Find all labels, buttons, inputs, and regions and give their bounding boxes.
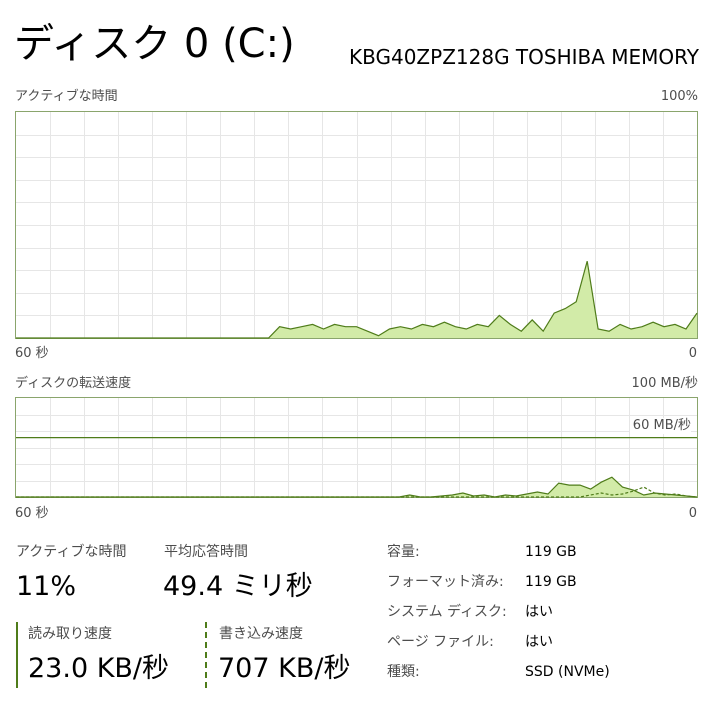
- active-time-chart-x-left: 60 秒: [15, 346, 49, 361]
- active-time-stat-value: 11%: [16, 571, 77, 602]
- property-value: 119 GB: [525, 544, 577, 560]
- transfer-ref-line-label: 60 MB/秒: [629, 418, 691, 434]
- transfer-chart: 60 MB/秒: [15, 397, 698, 498]
- property-value: SSD (NVMe): [525, 664, 610, 680]
- property-label: フォーマット済み:: [387, 574, 504, 590]
- active-time-stat-label: アクティブな時間: [16, 544, 127, 560]
- property-label: ページ ファイル:: [387, 634, 494, 650]
- active-time-chart-plot: [16, 112, 698, 339]
- read-speed-label: 読み取り速度: [28, 626, 112, 642]
- property-label: 種類:: [387, 664, 420, 680]
- property-label: システム ディスク:: [387, 604, 507, 620]
- write-speed-value: 707 KB/秒: [218, 653, 351, 684]
- transfer-chart-x-left: 60 秒: [15, 506, 49, 521]
- transfer-chart-label: ディスクの転送速度: [15, 376, 132, 391]
- response-time-stat-value: 49.4 ミリ秒: [163, 571, 313, 602]
- active-time-chart-x-right: 0: [688, 346, 697, 361]
- write-speed-label: 書き込み速度: [219, 626, 303, 642]
- active-time-chart-max-label: 100%: [660, 89, 698, 104]
- property-label: 容量:: [387, 544, 420, 560]
- transfer-chart-x-right: 0: [688, 506, 697, 521]
- property-value: 119 GB: [525, 574, 577, 590]
- write-speed-marker: [205, 622, 207, 688]
- transfer-chart-max-label: 100 MB/秒: [631, 376, 698, 391]
- active-time-chart-label: アクティブな時間: [15, 89, 118, 104]
- property-value: はい: [525, 634, 553, 650]
- disk-model: KBG40ZPZ128G TOSHIBA MEMORY: [349, 45, 699, 69]
- read-speed-value: 23.0 KB/秒: [28, 653, 170, 684]
- read-speed-marker: [16, 622, 18, 688]
- response-time-stat-label: 平均応答時間: [164, 544, 248, 560]
- disk-title: ディスク 0 (C:): [14, 21, 295, 67]
- property-value: はい: [525, 604, 553, 620]
- active-time-chart: [15, 111, 698, 339]
- transfer-chart-plot: [16, 398, 698, 498]
